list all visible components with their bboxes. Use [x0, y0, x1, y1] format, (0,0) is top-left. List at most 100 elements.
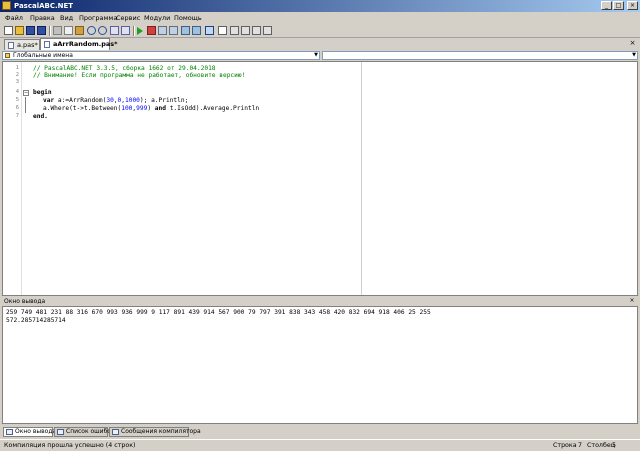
line-number: 2	[15, 72, 19, 78]
editor-tabs: a.pas* aArrRandom.pas* ×	[0, 38, 640, 50]
line-number-gutter: 1 2 3 4 5 6 7	[3, 62, 22, 295]
layout-icon[interactable]	[230, 26, 239, 35]
rebuild-icon[interactable]	[169, 26, 178, 35]
output-pane-header: Окно вывода	[2, 297, 638, 306]
run-icon[interactable]	[137, 27, 143, 35]
code-line-6: a.Where(t->t.Between(100,999) and t.IsOd…	[43, 105, 259, 112]
row-value: 7	[578, 442, 583, 449]
tab-label: a.pas*	[17, 41, 38, 49]
number-literal: 999	[136, 105, 148, 112]
row-label: Строка	[553, 442, 577, 449]
code-text: a:=ArrRandom(	[54, 97, 107, 104]
line-number: 7	[15, 113, 19, 119]
tab-a-pas[interactable]: a.pas*	[4, 39, 40, 50]
close-button[interactable]: ×	[627, 1, 638, 10]
new-file-icon[interactable]	[4, 26, 13, 35]
document-icon[interactable]	[218, 26, 227, 35]
toolbar	[0, 24, 640, 38]
title-bar: PascalABC.NET _ □ ×	[0, 0, 640, 12]
tab-label: Список ошибок	[66, 428, 115, 435]
menu-file[interactable]: Файл	[5, 12, 23, 24]
step-into-icon[interactable]	[181, 26, 190, 35]
status-message: Компиляция прошла успешно (4 строк)	[4, 442, 136, 449]
keyword: and	[154, 105, 166, 112]
output-pane-title: Окно вывода	[4, 298, 46, 305]
code-line-1: // PascalABC.NET 3.3.5, сборка 1662 от 2…	[33, 65, 216, 72]
right-margin-guide	[361, 62, 362, 295]
output-window-icon	[6, 429, 13, 435]
error-list-icon	[57, 429, 64, 435]
code-line-2: // Внимание! Если программа не работает,…	[33, 72, 246, 79]
namespace-icon	[5, 53, 10, 58]
minimize-button[interactable]: _	[601, 1, 612, 10]
menu-edit[interactable]: Правка	[30, 12, 55, 24]
line-number: 6	[15, 105, 19, 111]
layout-icon[interactable]	[252, 26, 261, 35]
tab-label: aArrRandom.pas*	[53, 40, 118, 48]
keyword: end.	[33, 113, 48, 120]
close-tab-icon[interactable]: ×	[628, 39, 637, 48]
column-label: Столбец	[587, 442, 615, 449]
cut-icon[interactable]	[53, 26, 62, 35]
menu-modules[interactable]: Модули	[144, 12, 170, 24]
keyword: var	[43, 97, 55, 104]
tab-label: Окно вывода	[15, 428, 57, 435]
menu-help[interactable]: Помощь	[174, 12, 202, 24]
combo-value: Глобальные имена	[13, 52, 73, 59]
paste-icon[interactable]	[75, 26, 84, 35]
number-literal: 1000	[125, 97, 140, 104]
code-line-4: begin	[33, 89, 52, 96]
maximize-button[interactable]: □	[613, 1, 624, 10]
menu-view[interactable]: Вид	[60, 12, 73, 24]
fold-toggle-icon[interactable]: −	[23, 90, 29, 96]
code-line-5: var a:=ArrRandom(30,0,1000); a.Println;	[43, 97, 188, 104]
global-names-combo[interactable]: Глобальные имена ▼	[2, 51, 320, 60]
window-title: PascalABC.NET	[14, 2, 74, 10]
file-icon	[44, 41, 50, 48]
save-icon[interactable]	[26, 26, 35, 35]
indent-icon[interactable]	[121, 26, 130, 35]
code-text: t.IsOdd).Average.Println	[165, 105, 260, 112]
number-literal: 30	[106, 97, 114, 104]
toggle-comment-icon[interactable]	[110, 26, 119, 35]
menu-bar: Файл Правка Вид Программа Сервис Модули …	[0, 12, 640, 24]
number-literal: 100	[121, 105, 133, 112]
compiler-messages-icon	[112, 429, 119, 435]
code-text: ); a.Println;	[139, 97, 189, 104]
line-number: 3	[15, 79, 19, 85]
keyword: begin	[33, 89, 52, 96]
open-folder-icon[interactable]	[15, 26, 24, 35]
bottom-panel-tabs: Окно вывода Список ошибок Сообщения комп…	[0, 426, 640, 438]
tab-compiler-messages[interactable]: Сообщения компилятора	[109, 427, 201, 437]
redo-icon[interactable]	[98, 26, 107, 35]
layout-icon[interactable]	[263, 26, 272, 35]
menu-program[interactable]: Программа	[79, 12, 117, 24]
fold-line	[25, 97, 26, 113]
line-number: 4	[15, 89, 19, 95]
output-window[interactable]: 259 749 481 231 88 316 670 993 936 999 9…	[2, 306, 638, 424]
layout-icon[interactable]	[241, 26, 250, 35]
undo-icon[interactable]	[87, 26, 96, 35]
step-over-icon[interactable]	[192, 26, 201, 35]
menu-service[interactable]: Сервис	[116, 12, 140, 24]
copy-icon[interactable]	[64, 26, 73, 35]
members-combo[interactable]: ▼	[322, 51, 638, 60]
tab-error-list[interactable]: Список ошибок	[54, 427, 115, 437]
output-line-1: 259 749 481 231 88 316 670 993 936 999 9…	[6, 309, 431, 316]
tab-label: Сообщения компилятора	[121, 428, 201, 435]
output-close-icon[interactable]: ×	[628, 297, 636, 305]
file-icon	[8, 42, 14, 49]
toolbar-separator	[133, 26, 135, 36]
line-number: 1	[15, 65, 19, 71]
form-designer-icon[interactable]	[205, 26, 214, 35]
save-all-icon[interactable]	[37, 26, 46, 35]
tab-aarrrandom-pas[interactable]: aArrRandom.pas*	[40, 38, 118, 50]
compile-icon[interactable]	[158, 26, 167, 35]
stop-icon[interactable]	[147, 26, 156, 35]
code-editor[interactable]: 1 2 3 4 5 6 7 − // PascalABC.NET 3.3.5, …	[2, 61, 638, 296]
line-number: 5	[15, 97, 19, 103]
tab-output-window[interactable]: Окно вывода	[3, 427, 57, 437]
chevron-down-icon: ▼	[314, 52, 318, 58]
output-line-2: 572.285714285714	[6, 317, 66, 324]
status-bar: Компиляция прошла успешно (4 строк) Стро…	[0, 439, 640, 451]
